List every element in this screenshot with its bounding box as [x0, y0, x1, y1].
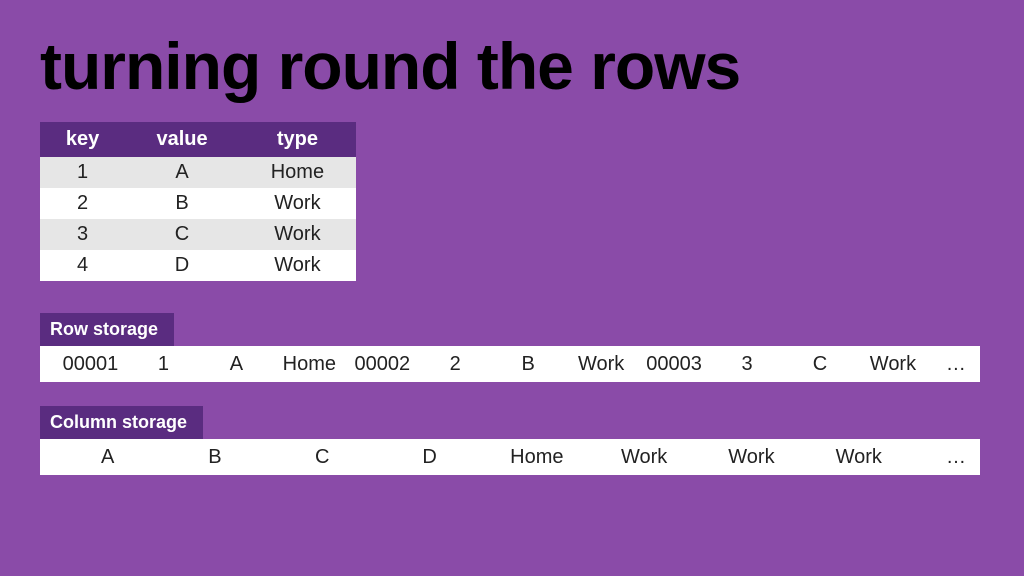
cell-type: Work [239, 188, 356, 219]
strip-cell: Home [483, 446, 590, 469]
col-type-header: type [239, 122, 356, 157]
col-key-header: key [40, 122, 125, 157]
strip-cell: C [784, 353, 857, 376]
strip-cell: 1 [127, 353, 200, 376]
cell-key: 3 [40, 219, 125, 250]
table-header-row: key value type [40, 122, 356, 157]
table-row: 1 A Home [40, 157, 356, 188]
cell-key: 2 [40, 188, 125, 219]
column-storage-label: Column storage [40, 406, 203, 439]
cell-value: D [125, 250, 239, 281]
strip-cell: 00002 [346, 353, 419, 376]
table-row: 2 B Work [40, 188, 356, 219]
cell-value: B [125, 188, 239, 219]
cell-key: 4 [40, 250, 125, 281]
strip-cell: 3 [711, 353, 784, 376]
strip-cell: 00001 [54, 353, 127, 376]
column-storage-strip: A B C D Home Work Work Work … [40, 439, 980, 475]
kv-table: key value type 1 A Home 2 B Work 3 C Wor… [40, 122, 356, 281]
strip-cell: 2 [419, 353, 492, 376]
row-storage-label: Row storage [40, 313, 174, 346]
strip-cell: A [200, 353, 273, 376]
cell-type: Work [239, 219, 356, 250]
strip-cell: 00003 [638, 353, 711, 376]
cell-value: C [125, 219, 239, 250]
cell-type: Home [239, 157, 356, 188]
cell-type: Work [239, 250, 356, 281]
strip-cell: Work [856, 353, 929, 376]
strip-cell: Work [590, 446, 697, 469]
strip-cell: Home [273, 353, 346, 376]
strip-cell: A [54, 446, 161, 469]
strip-cell: C [269, 446, 376, 469]
strip-cell: Work [805, 446, 912, 469]
strip-cell: B [161, 446, 268, 469]
cell-key: 1 [40, 157, 125, 188]
strip-ellipsis: … [912, 446, 966, 469]
strip-ellipsis: … [929, 353, 965, 376]
strip-cell: B [492, 353, 565, 376]
strip-cell: Work [565, 353, 638, 376]
table-row: 3 C Work [40, 219, 356, 250]
col-value-header: value [125, 122, 239, 157]
strip-cell: D [376, 446, 483, 469]
cell-value: A [125, 157, 239, 188]
row-storage-strip: 00001 1 A Home 00002 2 B Work 00003 3 C … [40, 346, 980, 382]
table-row: 4 D Work [40, 250, 356, 281]
strip-cell: Work [698, 446, 805, 469]
page-title: turning round the rows [40, 0, 984, 122]
